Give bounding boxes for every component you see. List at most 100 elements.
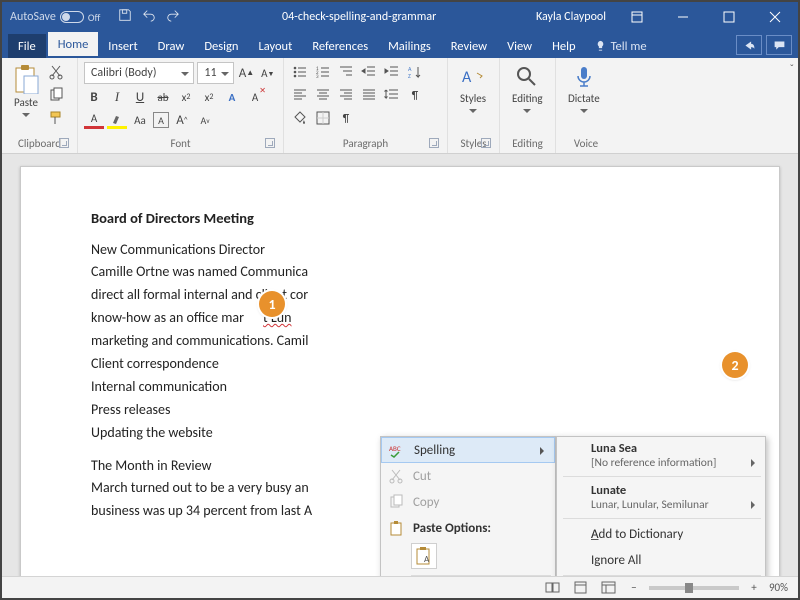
tab-insert[interactable]: Insert [98,34,147,58]
menu-label: Ignore All [591,553,641,568]
subscript-button[interactable]: x2 [176,87,196,107]
align-left-button[interactable] [290,85,310,105]
menu-spelling[interactable]: ABC Spelling [381,437,555,463]
paste-button[interactable]: Paste [8,62,44,135]
styles-label: Styles [460,92,486,105]
menu-add-to-dictionary[interactable]: AAdd to Dictionary [557,521,765,547]
character-border-button[interactable]: A [153,112,169,128]
text-effects-button[interactable]: A [222,87,242,107]
justify-button[interactable] [359,85,379,105]
numbering-button[interactable]: 123 [313,62,333,82]
tab-layout[interactable]: Layout [248,34,302,58]
tab-help[interactable]: Help [542,34,585,58]
collapse-ribbon-icon[interactable]: ˇ [790,62,794,75]
zoom-level[interactable]: 90% [769,581,788,594]
zoom-in-button[interactable]: + [747,581,761,594]
tell-me-search[interactable]: Tell me [586,39,655,58]
tab-design[interactable]: Design [194,34,248,58]
ribbon-display-options-icon[interactable] [614,2,660,32]
shrink-font-2-button[interactable]: Av [195,110,215,130]
format-painter-icon[interactable] [48,110,64,129]
comments-button[interactable] [766,35,792,55]
shading-button[interactable] [290,108,310,128]
undo-icon[interactable] [142,8,156,26]
autosave-toggle[interactable]: AutoSave Off [2,10,108,24]
cut-icon [387,467,405,485]
doc-line: direct all formal internal and client co… [91,286,709,305]
font-size-combo[interactable]: 11 [197,62,234,84]
tab-references[interactable]: References [302,34,378,58]
sort-button[interactable]: AZ [405,62,425,82]
line-spacing-button[interactable] [382,85,402,105]
clipboard-icon [12,64,40,94]
doc-line: New Communications Director [91,241,709,260]
strikethrough-button[interactable]: ab [153,87,173,107]
toggle-off-icon [60,11,84,23]
grow-font-button[interactable]: A▲ [237,63,255,83]
zoom-out-button[interactable]: − [627,581,641,594]
bullets-button[interactable] [290,62,310,82]
suggestion-title[interactable]: Luna Sea [557,437,765,456]
user-name[interactable]: Kayla Claypool [528,10,614,24]
copy-icon[interactable] [48,87,64,106]
dialog-launcher-icon[interactable] [429,138,439,148]
multilevel-list-button[interactable] [336,62,356,82]
align-right-button[interactable] [336,85,356,105]
styles-button[interactable]: A Styles [454,62,492,135]
menu-paste-options-header: Paste Options: [381,515,555,541]
dialog-launcher-icon[interactable] [481,138,491,148]
autosave-state: Off [88,11,100,24]
dialog-launcher-icon[interactable] [265,138,275,148]
clear-formatting-button[interactable]: A✕ [245,87,265,107]
cut-icon[interactable] [48,64,64,83]
callout-badge-1: 1 [259,291,285,317]
shrink-font-button[interactable]: A▼ [259,63,277,83]
tab-review[interactable]: Review [441,34,497,58]
minimize-button[interactable] [660,2,706,32]
suggestion-info: [No reference information] [557,456,765,474]
highlight-button[interactable] [107,111,127,129]
menu-ignore-all[interactable]: Ignore All [557,547,765,573]
tab-home[interactable]: Home [48,32,99,58]
close-button[interactable] [752,2,798,32]
dialog-launcher-icon[interactable] [59,138,69,148]
align-center-button[interactable] [313,85,333,105]
zoom-slider[interactable] [649,586,739,590]
doc-line: Camille Ortne was named Communica [91,263,709,282]
grow-font-2-button[interactable]: A^ [172,110,192,130]
tab-mailings[interactable]: Mailings [378,34,441,58]
save-icon[interactable] [118,8,132,26]
tab-draw[interactable]: Draw [148,34,195,58]
editing-button[interactable]: Editing [506,62,549,135]
editing-label: Editing [512,92,543,105]
bold-button[interactable]: B [84,87,104,107]
window-controls [660,2,798,32]
paste-icon [387,519,405,537]
print-layout-button[interactable] [571,580,591,596]
italic-button[interactable]: I [107,87,127,107]
show-hide-button[interactable]: ¶ [336,108,356,128]
redo-icon[interactable] [166,8,180,26]
title-bar: AutoSave Off 04-check-spelling-and-gramm… [2,2,798,32]
superscript-button[interactable]: x2 [199,87,219,107]
group-label-font: Font [84,135,277,153]
suggestion-title[interactable]: Lunate [557,479,765,498]
decrease-indent-button[interactable] [359,62,379,82]
underline-button[interactable]: U [130,87,150,107]
increase-indent-button[interactable] [382,62,402,82]
font-color-button[interactable]: A [84,111,104,129]
font-name-combo[interactable]: Calibri (Body) [84,62,194,84]
change-case-button[interactable]: Aa [130,110,150,130]
paragraph-mark-button[interactable]: ¶ [405,85,425,105]
tab-file[interactable]: File [8,34,46,58]
microphone-icon [571,64,597,90]
dictate-button[interactable]: Dictate [562,62,606,135]
share-button[interactable] [736,35,762,55]
paste-keep-text-button[interactable]: A [411,543,437,569]
maximize-button[interactable] [706,2,752,32]
borders-button[interactable] [313,108,333,128]
web-layout-button[interactable] [599,580,619,596]
document-area[interactable]: Board of Directors Meeting New Communica… [2,154,798,576]
read-mode-button[interactable] [543,580,563,596]
tab-view[interactable]: View [497,34,542,58]
